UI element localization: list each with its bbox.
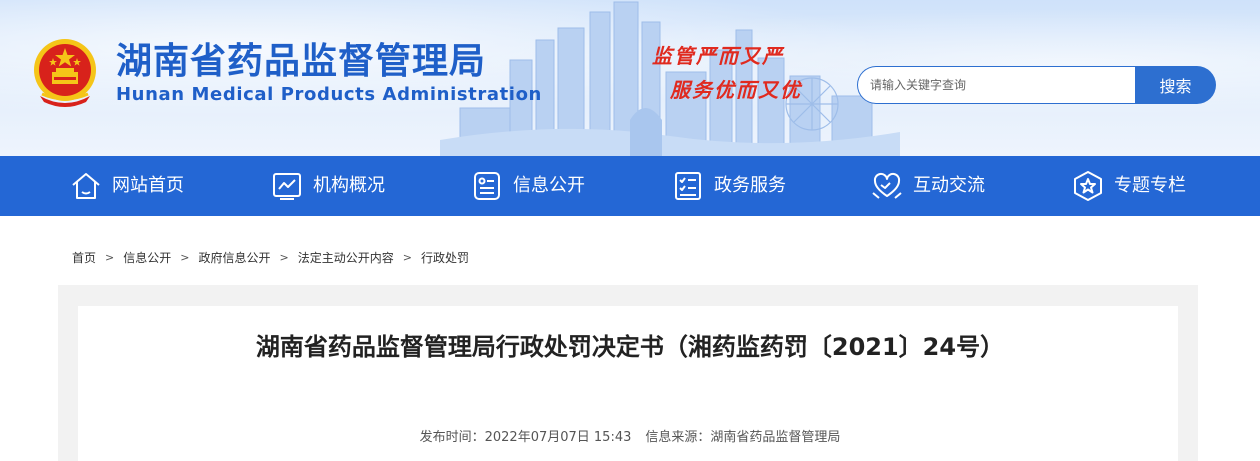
national-emblem-icon <box>34 39 96 107</box>
breadcrumb-separator: > <box>180 250 190 264</box>
article-title: 湖南省药品监督管理局行政处罚决定书（湘药监药罚〔2021〕24号） <box>255 333 1005 361</box>
chart-monitor-icon <box>273 173 301 200</box>
star-badge-icon <box>1074 171 1102 201</box>
nav-item-organization[interactable]: 机构概况 <box>270 156 385 216</box>
nav-item-gov-services[interactable]: 政务服务 <box>671 156 786 216</box>
nav-item-info-disclosure[interactable]: 信息公开 <box>470 156 585 216</box>
document-icon <box>474 172 500 200</box>
search-box: 搜索 <box>857 66 1216 104</box>
breadcrumb-info-disclosure[interactable]: 信息公开 <box>123 249 171 266</box>
article-meta: 发布时间：2022年07月07日 15:43 信息来源：湖南省药品监督管理局 <box>0 429 1260 447</box>
breadcrumb-gov-info-disclosure[interactable]: 政府信息公开 <box>198 249 270 266</box>
search-button[interactable]: 搜索 <box>1135 66 1216 104</box>
site-subtitle: Hunan Medical Products Administration <box>116 84 542 105</box>
breadcrumb-administrative-penalty[interactable]: 行政处罚 <box>421 249 469 266</box>
breadcrumb-statutory-content[interactable]: 法定主动公开内容 <box>298 249 394 266</box>
nav-item-label: 互动交流 <box>913 175 985 196</box>
nav-item-label: 网站首页 <box>112 175 184 196</box>
publish-time: 发布时间：2022年07月07日 15:43 <box>419 430 632 445</box>
breadcrumb-separator: > <box>402 250 412 264</box>
nav-item-interaction[interactable]: 互动交流 <box>870 156 985 216</box>
main-navigation: 网站首页 机构概况 信息公开 政务服务 互动交流 专题专栏 <box>0 156 1260 216</box>
breadcrumb: 首页 > 信息公开 > 政府信息公开 > 法定主动公开内容 > 行政处罚 <box>72 249 469 265</box>
heart-hands-icon <box>872 172 902 199</box>
breadcrumb-home[interactable]: 首页 <box>72 249 96 266</box>
nav-item-special-topics[interactable]: 专题专栏 <box>1071 156 1186 216</box>
breadcrumb-separator: > <box>105 250 115 264</box>
nav-item-label: 机构概况 <box>313 175 385 196</box>
home-icon <box>72 173 100 199</box>
nav-item-label: 专题专栏 <box>1114 175 1186 196</box>
slogan-line-2: 服务优而又优 <box>670 78 802 102</box>
nav-item-label: 信息公开 <box>513 175 585 196</box>
info-source: 信息来源：湖南省药品监督管理局 <box>645 430 841 445</box>
nav-item-label: 政务服务 <box>714 175 786 196</box>
nav-item-home[interactable]: 网站首页 <box>69 156 184 216</box>
breadcrumb-separator: > <box>279 250 289 264</box>
header-banner: 湖南省药品监督管理局 Hunan Medical Products Admini… <box>0 0 1260 156</box>
search-input[interactable] <box>857 66 1141 104</box>
checklist-icon <box>675 172 701 200</box>
slogan-line-1: 监管严而又严 <box>652 44 784 68</box>
site-title[interactable]: 湖南省药品监督管理局 <box>116 40 486 84</box>
